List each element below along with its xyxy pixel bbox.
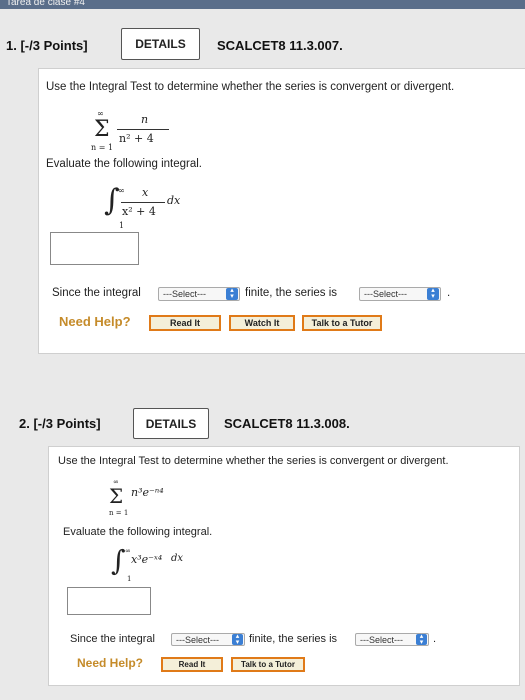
select-arrows-icon: ▴ ▾ — [226, 287, 238, 300]
talk-to-tutor-button[interactable]: Talk to a Tutor — [302, 315, 382, 331]
finite-label: finite, the series is — [249, 633, 338, 645]
fraction-bar — [121, 202, 165, 203]
question-2-answer-input[interactable] — [67, 587, 151, 615]
question-1-instruction: Use the Integral Test to determine wheth… — [46, 81, 455, 93]
series-lower: n = 1 — [91, 143, 114, 152]
read-it-button[interactable]: Read It — [161, 657, 223, 672]
select-arrows-icon: ▴ ▾ — [416, 633, 427, 646]
finite-label: finite, the series is — [245, 287, 338, 299]
integral-sign-icon: ∫ — [104, 183, 120, 218]
question-2-integral-select[interactable]: ---Select--- ▴ ▾ — [171, 633, 245, 646]
since-label: Since the integral — [70, 633, 155, 645]
question-2-panel: Use the Integral Test to determine wheth… — [48, 446, 520, 686]
tab-label[interactable]: Tarea de clase #4 — [6, 0, 85, 8]
question-2-series-select[interactable]: ---Select--- ▴ ▾ — [355, 633, 429, 646]
select-value: ---Select--- — [163, 289, 206, 299]
question-1-panel: Use the Integral Test to determine wheth… — [38, 68, 525, 354]
question-1-code: SCALCET8 11.3.007. — [217, 38, 343, 53]
series-term: n³e⁻ⁿ⁴ — [131, 486, 164, 499]
integral-lower: 1 — [119, 221, 125, 230]
sigma-icon: Σ — [94, 117, 110, 142]
question-1-header: 1. [-/3 Points] — [6, 38, 88, 53]
question-2-details-button[interactable]: DETAILS — [133, 408, 209, 439]
period: . — [447, 287, 451, 299]
question-1-answer-input[interactable] — [50, 232, 139, 265]
select-arrows-icon: ▴ ▾ — [427, 287, 439, 300]
integral-denominator: x² + 4 — [122, 205, 156, 218]
integral-sign-icon: ∫ — [111, 544, 126, 577]
question-1-evaluate-label: Evaluate the following integral. — [46, 158, 202, 170]
select-value: ---Select--- — [364, 289, 407, 299]
integral-numerator: x — [142, 186, 149, 199]
integral-lower: 1 — [127, 575, 132, 583]
select-value: ---Select--- — [360, 634, 403, 645]
select-arrows-icon: ▴ ▾ — [232, 633, 243, 646]
integral-term: x³e⁻ˣ⁴ — [131, 553, 163, 566]
question-1-series-select[interactable]: ---Select--- ▴ ▾ — [359, 287, 441, 301]
series-numerator: n — [141, 113, 149, 126]
since-label: Since the integral — [52, 287, 141, 299]
watch-it-button[interactable]: Watch It — [229, 315, 295, 331]
question-1-integral-select[interactable]: ---Select--- ▴ ▾ — [158, 287, 240, 301]
fraction-bar — [117, 129, 169, 130]
series-lower: n = 1 — [109, 509, 129, 517]
series-denominator: n² + 4 — [119, 132, 154, 145]
question-2-code: SCALCET8 11.3.008. — [224, 416, 350, 431]
integral-upper: ∞ — [125, 547, 131, 555]
question-2-instruction: Use the Integral Test to determine wheth… — [58, 455, 449, 467]
integral-dx: dx — [167, 194, 181, 207]
question-2-evaluate-label: Evaluate the following integral. — [63, 526, 213, 538]
browser-tab-bar: Tarea de clase #4 — [0, 0, 525, 9]
read-it-button[interactable]: Read It — [149, 315, 221, 331]
question-2-header: 2. [-/3 Points] — [19, 416, 101, 431]
select-value: ---Select--- — [176, 634, 219, 645]
need-help-label: Need Help? — [77, 656, 144, 670]
need-help-label: Need Help? — [59, 314, 131, 329]
talk-to-tutor-button[interactable]: Talk to a Tutor — [231, 657, 305, 672]
integral-dx: dx — [171, 553, 184, 564]
sigma-icon: Σ — [109, 484, 124, 508]
question-1-details-button[interactable]: DETAILS — [121, 28, 200, 60]
period: . — [433, 633, 437, 645]
